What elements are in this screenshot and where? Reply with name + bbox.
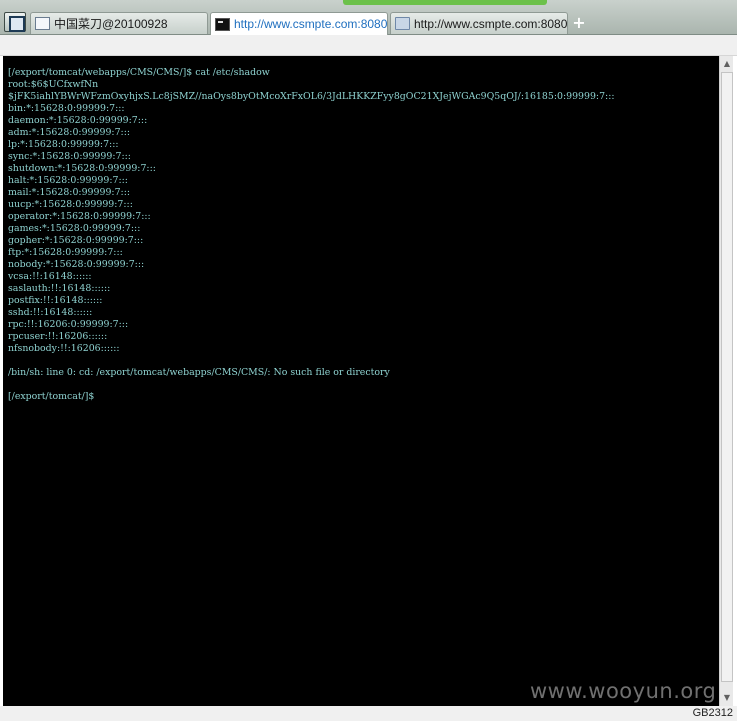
terminal-line: /bin/sh: line 0: cd: /export/tomcat/weba…: [8, 367, 390, 378]
terminal-line: vcsa:!!:16148::::::: [8, 271, 92, 282]
terminal-line: uucp:*:15628:0:99999:7:::: [8, 199, 133, 210]
tab-title: http://www.csmpte.com:8080...: [414, 16, 568, 31]
terminal-line: nfsnobody:!!:16206::::::: [8, 343, 120, 354]
scroll-up-icon[interactable]: ▲: [722, 59, 732, 69]
terminal-line: gopher:*:15628:0:99999:7:::: [8, 235, 144, 246]
terminal-line: [/export/tomcat/webapps/CMS/CMS/]$ cat /…: [8, 67, 270, 78]
tab-caidao[interactable]: 中国菜刀@20100928: [30, 12, 208, 34]
terminal-line: root:$6$UCfxwfNn: [8, 79, 99, 90]
terminal-line: operator:*:15628:0:99999:7:::: [8, 211, 151, 222]
terminal-line: postfix:!!:16148::::::: [8, 295, 103, 306]
terminal-line: adm:*:15628:0:99999:7:::: [8, 127, 131, 138]
tab-title: 中国菜刀@20100928: [54, 17, 168, 31]
tab-file-manager[interactable]: http://www.csmpte.com:8080...: [390, 12, 568, 34]
loading-strip: [343, 0, 547, 5]
terminal-line: mail:*:15628:0:99999:7:::: [8, 187, 131, 198]
vertical-scrollbar[interactable]: ▲ ▼: [719, 56, 733, 706]
terminal-output[interactable]: [/export/tomcat/webapps/CMS/CMS/]$ cat /…: [3, 56, 719, 706]
terminal-line: lp:*:15628:0:99999:7:::: [8, 139, 119, 150]
panel-toggle-button[interactable]: [4, 12, 26, 32]
terminal-line: games:*:15628:0:99999:7:::: [8, 223, 141, 234]
terminal-line: nobody:*:15628:0:99999:7:::: [8, 259, 145, 270]
status-bar: GB2312: [0, 706, 737, 721]
terminal-line: rpc:!!:16206:0:99999:7:::: [8, 319, 129, 330]
tab-bar: 中国菜刀@20100928 http://www.csmpte.com:8080…: [0, 0, 737, 35]
terminal-line: rpcuser:!!:16206::::::: [8, 331, 108, 342]
terminal-line: sshd:!!:16148::::::: [8, 307, 93, 318]
terminal-line: sync:*:15628:0:99999:7:::: [8, 151, 131, 162]
encoding-indicator[interactable]: GB2312: [693, 707, 733, 719]
terminal-line: saslauth:!!:16148::::::: [8, 283, 111, 294]
terminal-line: [/export/tomcat/]$: [8, 391, 95, 402]
terminal-line: shutdown:*:15628:0:99999:7:::: [8, 163, 156, 174]
terminal-line: ftp:*:15628:0:99999:7:::: [8, 247, 123, 258]
terminal-line: halt:*:15628:0:99999:7:::: [8, 175, 128, 186]
tab-title: http://www.csmpte.com:8080...: [234, 17, 388, 31]
tab-terminal[interactable]: http://www.csmpte.com:8080...: [210, 12, 388, 35]
terminal-icon: [215, 17, 230, 31]
terminal-line: $jFK5iahlYBWrWFzmOxyhjxS.Lc8jSMZ//naOys8…: [8, 91, 615, 102]
scroll-down-icon[interactable]: ▼: [722, 693, 732, 703]
folder-icon: [395, 17, 410, 30]
toolbar-band: [0, 35, 737, 56]
scrollbar-thumb[interactable]: [721, 72, 733, 682]
terminal-line: bin:*:15628:0:99999:7:::: [8, 103, 125, 114]
terminal-line: daemon:*:15628:0:99999:7:::: [8, 115, 148, 126]
watermark: www.wooyun.org: [530, 679, 717, 703]
page-icon: [35, 17, 50, 30]
new-tab-button[interactable]: +: [571, 13, 587, 33]
